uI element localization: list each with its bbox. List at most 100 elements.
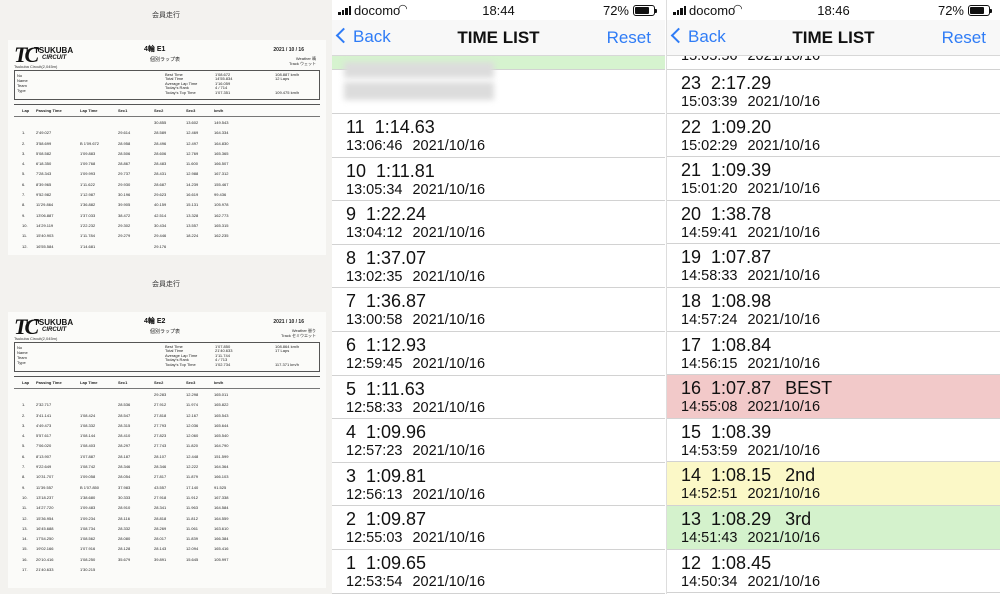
table-cell: 1'08.424 — [80, 412, 96, 418]
clock-time: 14:52:51 — [681, 486, 738, 503]
table-cell: 1'08.144 — [80, 433, 96, 439]
table-cell: 5. — [22, 443, 26, 449]
redacted-text — [344, 62, 494, 78]
list-item-lap-19[interactable]: 19 1:07.87 14:58:33 2021/10/16 — [667, 244, 1000, 288]
clock-time: 14:55:08 — [681, 399, 738, 416]
lap-number: 22 — [681, 116, 702, 137]
list-item-lap-16[interactable]: 16 1:07.87 BEST 14:55:08 2021/10/16 — [667, 375, 1000, 419]
list-item-lap-11[interactable]: 11 1:14.63 13:06:46 2021/10/16 — [332, 114, 665, 158]
lap-number: 3 — [346, 465, 357, 486]
list-item-lap-6[interactable]: 6 1:12.93 12:59:45 2021/10/16 — [332, 332, 665, 376]
lap-date: 2021/10/16 — [412, 181, 486, 198]
list-item-lap-12[interactable]: 12 1:08.45 14:50:34 2021/10/16 — [667, 549, 1000, 594]
table-row: 2. 3'41.141 1'08.424 28.547 27.818 12.167 165.… — [14, 410, 320, 420]
clock-time: 15:03:39 — [681, 94, 738, 110]
table-cell: 1'22.232 — [80, 222, 96, 228]
time-list[interactable]: 15:05:56 2021/10/16 23 2:17.29 15:03:39 2021… — [667, 56, 1000, 594]
lap-time: 1:08.45 — [711, 552, 772, 573]
navigation-bar: Back TIME LIST Reset — [332, 20, 665, 56]
table-cell: 28.017 — [154, 536, 167, 542]
table-row: 16. 20'10.416 1'08.250 35.679 39.891 15.645 10… — [14, 554, 320, 564]
list-item-lap-8[interactable]: 8 1:37.07 13:02:35 2021/10/16 — [332, 244, 665, 289]
lap-time: 1:09.39 — [711, 160, 772, 181]
clock-time: 13:04:12 — [346, 225, 403, 242]
list-item-lap-21[interactable]: 21 1:09.39 15:01:20 2021/10/16 — [667, 157, 1000, 201]
table-cell: 40.159 — [154, 202, 167, 208]
table-row: 5. 7'28.343 1'09.993 29.737 28.431 12.988 167.… — [14, 168, 320, 178]
table-cell: 19'02.166 — [36, 546, 54, 552]
list-item-lap-1[interactable]: 1 1:09.65 12:53:54 2021/10/16 — [332, 550, 665, 594]
lap-sheet-e2: TC TSUKUBA CIRCUIT 4輪 E2 個別ラップ表 2021 / 10 / 1… — [8, 312, 326, 588]
list-item-lap-2[interactable]: 2 1:09.87 12:55:03 2021/10/16 — [332, 506, 665, 550]
list-item-lap-20[interactable]: 20 1:38.78 14:59:41 2021/10/16 — [667, 200, 1000, 245]
summary-label: Today's Top Time — [165, 361, 196, 367]
lap-date: 2021/10/16 — [412, 356, 486, 372]
lap-main-line: 10 1:11.81 — [346, 161, 435, 182]
lap-main-line: 16 1:07.87 BEST — [681, 378, 832, 399]
list-item-lap-3[interactable]: 3 1:09.81 12:56:13 2021/10/16 — [332, 462, 665, 507]
table-row: 3. 4'49.473 1'08.332 28.315 27.793 12.036 165.… — [14, 420, 320, 430]
sheet-subtitle: 個別ラップ表 — [150, 57, 181, 63]
list-item-lap-4[interactable]: 4 1:09.96 12:57:23 2021/10/16 — [332, 419, 665, 463]
list-item-partial[interactable]: 15:05:56 2021/10/16 — [667, 56, 1000, 70]
list-item-lap-23[interactable]: 23 2:17.29 15:03:39 2021/10/16 — [667, 70, 1000, 114]
clock-time: 14:51:43 — [681, 530, 738, 546]
table-cell: 13.602 — [186, 120, 199, 125]
table-cell: 6. — [22, 453, 26, 459]
lap-time: 1:07.87 — [711, 378, 772, 399]
reset-button[interactable]: Reset — [607, 28, 651, 48]
table-cell: 162.235 — [214, 233, 229, 239]
table-cell: 9. — [22, 484, 26, 490]
lap-timestamp: 13:04:12 2021/10/16 — [346, 225, 485, 241]
list-item-lap-13[interactable]: 13 1:08.29 3rd 14:51:43 2021/10/16 — [667, 506, 1000, 550]
tsukuba-logo: TC TSUKUBA CIRCUIT — [14, 316, 94, 338]
table-cell: 28.483 — [154, 161, 167, 167]
lap-timestamp: 12:57:23 2021/10/16 — [346, 443, 485, 459]
table-cell: 11. — [22, 505, 28, 511]
table-cell: 29.283 — [154, 392, 167, 397]
table-cell: 43.557 — [154, 484, 167, 490]
lap-timestamp: 15:05:56 2021/10/16 — [681, 56, 821, 64]
table-row: 11. 14'27.720 1'09.483 28.910 28.341 11.963 16… — [14, 502, 320, 512]
list-item-lap-7[interactable]: 7 1:36.87 13:00:58 2021/10/16 — [332, 288, 665, 332]
table-row: 14. 17'54.250 1'08.562 28.080 28.017 11.839 16… — [14, 533, 320, 543]
clock-time: 12:56:13 — [346, 486, 403, 503]
table-header: Lap Passing Time Lap Time Sec1 Sec2 Sec3 km/h — [14, 377, 320, 389]
column-header: Passing Time — [36, 108, 62, 113]
table-cell: 11'39.557 — [36, 484, 54, 490]
list-item-lap-22[interactable]: 22 1:09.20 15:02:29 2021/10/16 — [667, 113, 1000, 158]
lap-date: 2021/10/16 — [412, 399, 486, 416]
lap-date: 2021/10/16 — [412, 138, 486, 154]
lap-time: 1:36.87 — [366, 291, 427, 312]
list-item-lap-18[interactable]: 18 1:08.98 14:57:24 2021/10/16 — [667, 288, 1000, 332]
sheet-title: 4輪 E2 — [144, 318, 166, 325]
table-cell: 12.769 — [186, 150, 199, 156]
list-item-lap-15[interactable]: 15 1:08.39 14:53:59 2021/10/16 — [667, 418, 1000, 463]
list-item-redacted[interactable] — [332, 62, 665, 114]
list-item-lap-10[interactable]: 10 1:11.81 13:05:34 2021/10/16 — [332, 157, 665, 202]
lap-timestamp: 14:51:43 2021/10/16 — [681, 530, 820, 546]
column-header: Sec2 — [154, 108, 164, 113]
table-cell: 166.384 — [214, 536, 229, 542]
lap-number: 10 — [346, 160, 367, 181]
table-row: 6. 8'13.907 1'07.887 28.187 28.107 12.448 151.… — [14, 451, 320, 461]
table-cell: 29.623 — [154, 192, 167, 198]
list-item-lap-9[interactable]: 9 1:22.24 13:04:12 2021/10/16 — [332, 201, 665, 245]
list-item-lap-14[interactable]: 14 1:08.15 2nd 14:52:51 2021/10/16 — [667, 462, 1000, 506]
lap-main-line: 20 1:38.78 — [681, 204, 771, 225]
table-cell: 13.328 — [186, 212, 199, 218]
lap-date: 2021/10/16 — [412, 312, 486, 329]
time-list[interactable]: 11 1:14.63 13:06:46 2021/10/16 10 1:11.81 13:0… — [332, 56, 665, 594]
list-item-lap-5[interactable]: 5 1:11.63 12:58:33 2021/10/16 — [332, 375, 665, 420]
list-item-lap-17[interactable]: 17 1:08.84 14:56:15 2021/10/16 — [667, 331, 1000, 376]
table-cell: 11.812 — [186, 515, 198, 521]
table-cell: 1'37.033 — [80, 212, 96, 218]
table-cell: 10'31.707 — [36, 474, 54, 480]
table-cell: 14.239 — [186, 181, 199, 187]
table-cell: 13'18.237 — [36, 494, 54, 500]
table-cell: 1'12.987 — [80, 192, 96, 198]
table-cell: 1. — [22, 130, 26, 136]
reset-button[interactable]: Reset — [942, 28, 986, 48]
lap-main-line: 11 1:14.63 — [346, 117, 435, 138]
summary-values: 1'08.672 14'55.834 1'16.059 4 / 714 1'07.351 — [215, 72, 232, 95]
